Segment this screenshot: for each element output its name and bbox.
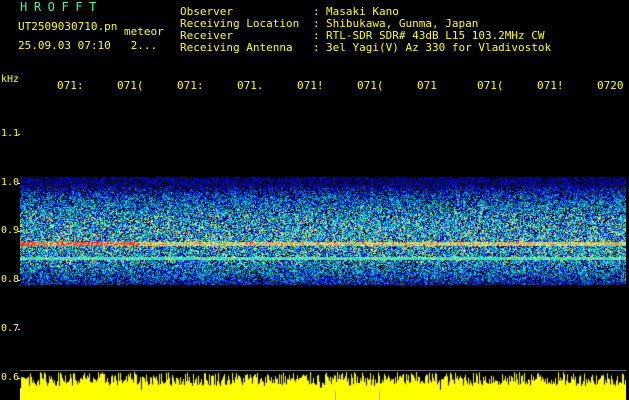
file-name: UT2509030710.pn xyxy=(18,20,118,33)
y-tick-label: 1.0 xyxy=(1,176,20,188)
signal-level-histogram xyxy=(20,370,626,400)
time-label: 0720 xyxy=(597,79,624,92)
time-label: 071( xyxy=(117,79,144,92)
y-tick-label: 1.1 xyxy=(1,128,20,140)
time-label: 071( xyxy=(357,79,384,92)
time-label: 071: xyxy=(177,79,204,92)
time-marker xyxy=(379,391,380,400)
antenna-label: Receiving Antenna xyxy=(180,41,293,54)
time-label: 071. xyxy=(237,79,264,92)
histogram-baseline xyxy=(20,370,626,371)
y-tick-label: 0.6 xyxy=(1,371,20,383)
capture-date-time: 25.09.03 07:10 2... xyxy=(18,39,158,52)
y-axis-unit: kHz xyxy=(1,74,20,85)
antenna-value: 3el Yagi(V) Az 330 for Vladivostok xyxy=(326,41,552,54)
file-type-label: meteor xyxy=(124,25,164,38)
y-tick-label: 0.9 xyxy=(1,225,20,237)
info-separator: : xyxy=(313,41,320,54)
time-label: 071: xyxy=(57,79,84,92)
app-title: HROFFT xyxy=(20,0,103,14)
time-marker xyxy=(335,391,336,400)
y-tick-label: 0.7 xyxy=(1,322,20,334)
spectrogram-waterfall xyxy=(20,100,626,370)
time-label: 071! xyxy=(537,79,564,92)
time-label: 071 xyxy=(417,79,437,92)
time-label: 071( xyxy=(477,79,504,92)
y-tick-label: 0.8 xyxy=(1,274,20,286)
time-label: 071! xyxy=(297,79,324,92)
